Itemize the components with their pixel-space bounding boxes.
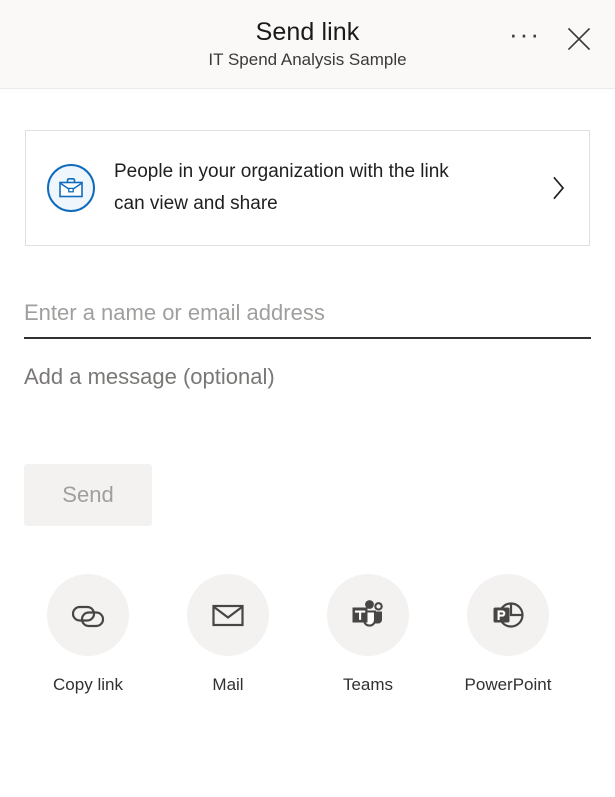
page-title: Send link (255, 17, 360, 46)
share-target-teams[interactable]: Teams (298, 574, 438, 696)
share-target-powerpoint[interactable]: PowerPoint (438, 574, 578, 696)
send-row: Send (24, 464, 615, 526)
message-field[interactable]: Add a message (optional) (24, 363, 591, 407)
more-options-icon: ··· (509, 19, 541, 49)
document-name-subtitle: IT Spend Analysis Sample (208, 49, 407, 69)
more-options-button[interactable]: ··· (503, 18, 547, 62)
share-target-label: Mail (212, 675, 244, 694)
recipient-input[interactable] (24, 300, 591, 326)
close-button[interactable] (557, 18, 601, 62)
briefcase-icon (47, 164, 95, 212)
teams-icon (327, 574, 409, 656)
share-target-copy-link[interactable]: Copy link (18, 574, 158, 696)
header-actions: ··· (503, 18, 601, 62)
share-targets: Copy link Mail Teams PowerPoint (0, 574, 615, 696)
link-settings-line-1: People in your organization with the lin… (114, 161, 449, 182)
recipient-field[interactable] (24, 289, 591, 339)
link-icon (47, 574, 129, 656)
link-settings-card[interactable]: People in your organization with the lin… (25, 130, 590, 246)
envelope-icon (187, 574, 269, 656)
share-target-mail[interactable]: Mail (158, 574, 298, 696)
send-button[interactable]: Send (24, 464, 152, 526)
powerpoint-icon (467, 574, 549, 656)
close-icon (566, 26, 592, 55)
dialog-header: Send link IT Spend Analysis Sample ··· (0, 0, 615, 89)
chevron-right-icon[interactable] (547, 175, 571, 201)
message-placeholder: Add a message (optional) (24, 364, 275, 389)
send-link-dialog: Send link IT Spend Analysis Sample ··· P… (0, 0, 615, 797)
share-target-label: Teams (342, 675, 394, 694)
link-settings-line-2: can view and share (114, 193, 278, 214)
share-target-label: PowerPoint (464, 675, 552, 694)
share-target-label: Copy link (53, 675, 123, 694)
link-settings-text: People in your organization with the lin… (114, 156, 539, 220)
